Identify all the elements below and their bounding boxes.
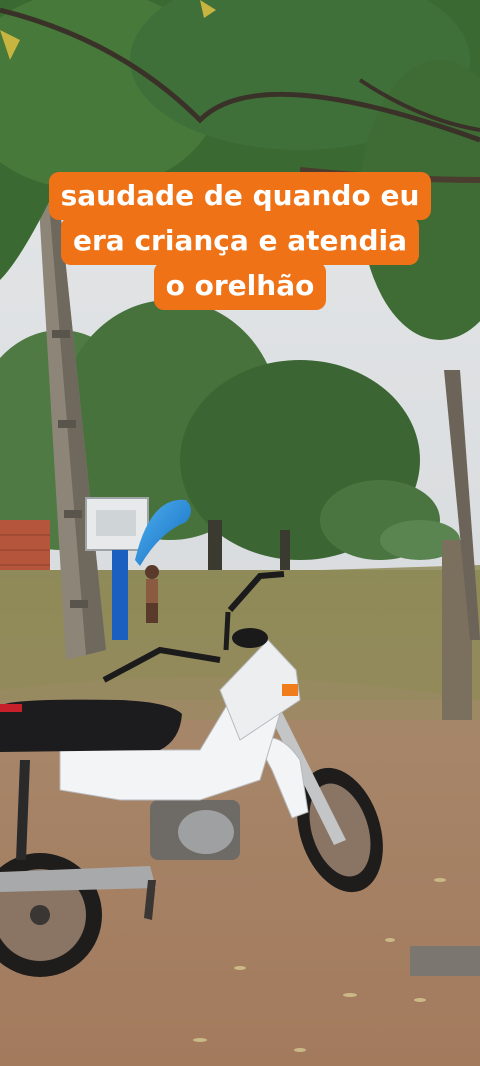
photo-scene xyxy=(0,0,480,1066)
caption-line-2: era criança e atendia xyxy=(61,217,419,265)
caption-line-1: saudade de quando eu xyxy=(48,172,432,220)
meter-box xyxy=(85,497,149,551)
child-figure xyxy=(145,565,159,623)
caption-overlay: saudade de quando eu era criança e atend… xyxy=(0,172,480,310)
caption-line-3: o orelhão xyxy=(153,262,327,310)
brick-fragment xyxy=(410,946,480,976)
